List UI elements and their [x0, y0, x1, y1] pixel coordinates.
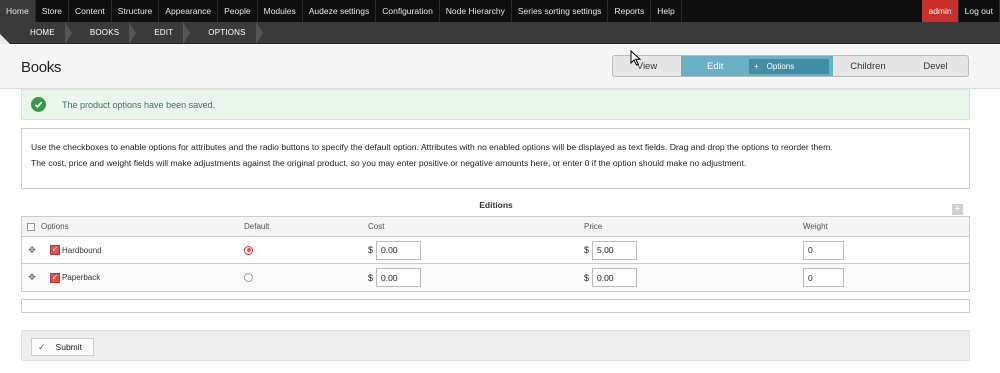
toolbar-node-hierarchy[interactable]: Node Hierarchy [440, 0, 512, 22]
header-price: Price [584, 222, 603, 231]
table-caption: Editions [479, 200, 513, 210]
toolbar-content[interactable]: Content [69, 0, 112, 22]
toolbar-structure[interactable]: Structure [112, 0, 160, 22]
subtab-options[interactable]: + Options [749, 59, 829, 74]
currency-symbol: $ [368, 245, 374, 255]
weight-cell: 0 [803, 264, 844, 291]
shortcut-corner-icon [0, 22, 10, 44]
table-row: ✥ ✓ Hardbound $ 0.00 $ 5.00 0 [22, 237, 969, 264]
default-radio[interactable] [244, 245, 253, 255]
toolbar-modules[interactable]: Modules [258, 0, 303, 22]
currency-symbol: $ [584, 272, 590, 283]
cost-input[interactable]: 0.00 [376, 268, 422, 287]
submit-button[interactable]: ✓ Submit [31, 338, 94, 356]
tab-edit-label: Edit [707, 60, 724, 72]
weight-input[interactable]: 0 [803, 268, 844, 287]
mouse-pointer-icon [630, 50, 642, 66]
page-header: Books View Edit + Options Children Devel [0, 44, 1000, 89]
default-radio[interactable] [244, 273, 253, 282]
header-cost: Cost [368, 222, 385, 231]
cost-input[interactable]: 0.00 [376, 240, 422, 260]
toolbar-user[interactable]: admin [922, 0, 959, 22]
breadcrumb-home[interactable]: HOME [10, 21, 72, 44]
price-input[interactable]: 0.00 [592, 268, 638, 287]
help-text: Use the checkboxes to enable options for… [21, 128, 970, 189]
header-options-label: Options [41, 222, 69, 231]
checkmark-icon: ✓ [38, 341, 46, 352]
tab-edit[interactable]: Edit + Options [681, 56, 833, 76]
option-cell: ✥ ✓ Paperback [27, 264, 100, 291]
price-input[interactable]: 5.00 [592, 240, 638, 260]
toolbar-configuration[interactable]: Configuration [376, 0, 440, 22]
toolbar-audeze-settings[interactable]: Audeze settings [303, 0, 377, 22]
form-actions: ✓ Submit [21, 330, 970, 361]
tab-devel[interactable]: Devel [903, 56, 968, 76]
default-cell [244, 237, 253, 263]
price-cell: $ 0.00 [584, 264, 638, 291]
cost-cell: $ 0.00 [368, 264, 422, 291]
submit-label: Submit [55, 342, 83, 352]
option-enabled-checkbox[interactable]: ✓ [50, 272, 60, 283]
option-enabled-checkbox[interactable]: ✓ [50, 245, 60, 255]
option-cell: ✥ ✓ Hardbound [27, 237, 102, 263]
checkmark-icon [31, 97, 46, 112]
currency-symbol: $ [584, 245, 590, 255]
toolbar-home[interactable]: Home [0, 0, 36, 22]
currency-symbol: $ [368, 272, 374, 283]
tab-view[interactable]: View [613, 56, 681, 76]
drag-handle-icon[interactable]: ✥ [27, 272, 37, 283]
page-title: Books [21, 59, 62, 76]
toolbar-appearance[interactable]: Appearance [159, 0, 219, 22]
options-table: Options Default Cost Price Weight ✥ ✓ Ha… [21, 216, 970, 292]
option-label: Paperback [62, 273, 101, 282]
help-text-line-2: The cost, price and weight fields will m… [31, 158, 747, 168]
table-row: ✥ ✓ Paperback $ 0.00 $ 0.00 0 [22, 264, 969, 291]
tab-children[interactable]: Children [833, 56, 903, 76]
drag-handle-icon[interactable]: ✥ [27, 245, 37, 256]
header-weight: Weight [803, 222, 828, 231]
weight-cell: 0 [803, 237, 844, 263]
toolbar-logout[interactable]: Log out [959, 0, 1000, 22]
header-default: Default [244, 222, 270, 231]
status-message-text: The product options have been saved. [62, 99, 216, 110]
toolbar-series-sorting[interactable]: Series sorting settings [512, 0, 609, 22]
option-label: Hardbound [62, 245, 102, 255]
table-header-row: Options Default Cost Price Weight [22, 217, 969, 237]
breadcrumb: HOME BOOKS EDIT OPTIONS [0, 21, 1000, 44]
weight-input[interactable]: 0 [803, 240, 844, 260]
help-text-line-1: Use the checkboxes to enable options for… [31, 142, 833, 152]
toolbar-store[interactable]: Store [36, 0, 70, 22]
status-message: The product options have been saved. [21, 89, 970, 120]
toolbar-help[interactable]: Help [651, 0, 682, 22]
toolbar-people[interactable]: People [218, 0, 258, 22]
cost-cell: $ 0.00 [368, 237, 422, 263]
toolbar-reports[interactable]: Reports [608, 0, 652, 22]
empty-fieldset [21, 299, 970, 313]
plus-icon: + [754, 62, 759, 71]
price-cell: $ 5.00 [584, 237, 638, 263]
subtab-options-label: Options [766, 62, 795, 71]
breadcrumb-options[interactable]: OPTIONS [188, 21, 264, 44]
admin-toolbar: Home Store Content Structure Appearance … [0, 0, 1000, 22]
primary-tabs: View Edit + Options Children Devel [612, 55, 969, 77]
default-cell [244, 264, 253, 291]
breadcrumb-books[interactable]: BOOKS [70, 21, 137, 44]
header-options: Options [27, 217, 69, 236]
select-all-checkbox[interactable] [27, 222, 35, 231]
breadcrumb-edit[interactable]: EDIT [134, 21, 191, 44]
expand-plus-icon[interactable]: + [952, 204, 963, 215]
